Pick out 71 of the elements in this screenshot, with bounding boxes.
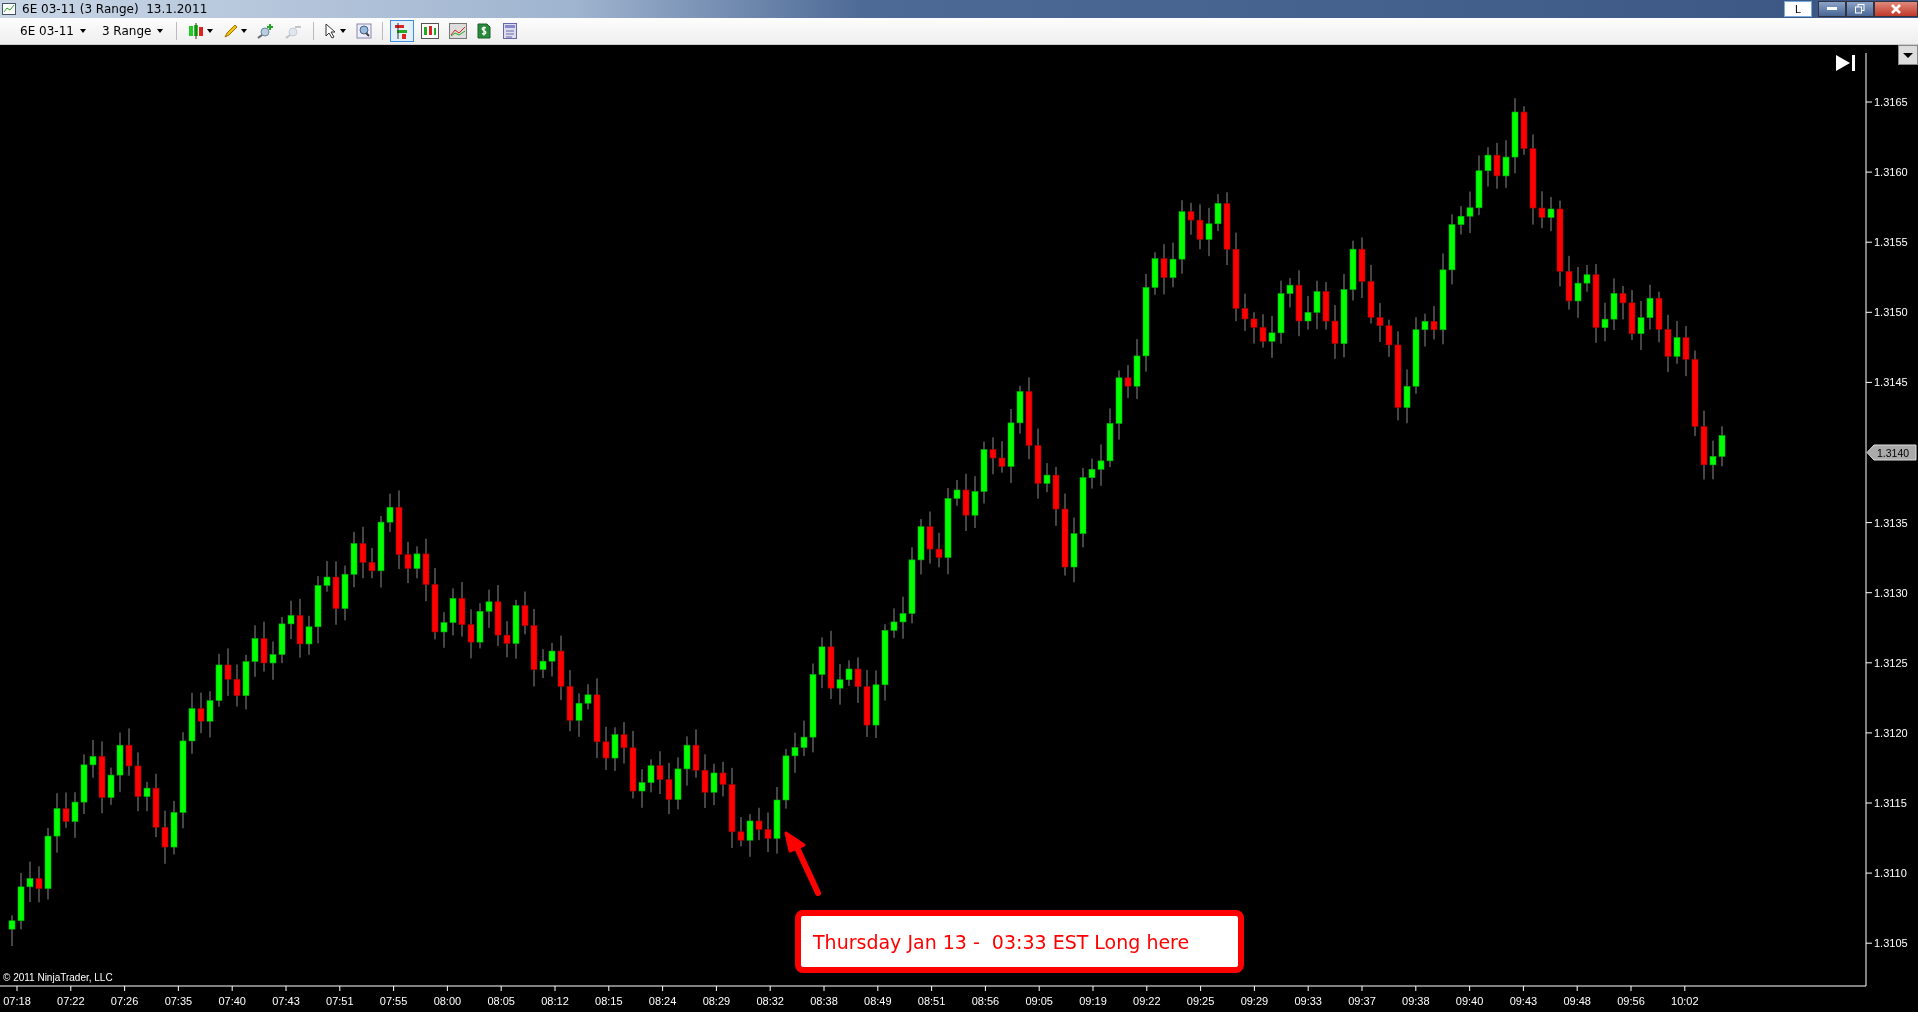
time-axis-label: 07:18 [3,995,31,1007]
instrument-dropdown[interactable]: 6E 03-11 [14,24,92,38]
close-button[interactable] [1874,1,1918,17]
close-icon [1891,4,1901,14]
copyright-text: © 2011 NinjaTrader, LLC [3,972,113,983]
price-axis-label: 1.3135 [1874,516,1908,529]
restore-icon [1855,4,1865,14]
time-axis-label: 07:35 [164,995,193,1007]
time-axis-label: 10:02 [1671,995,1699,1007]
dollar-icon [477,23,492,39]
time-axis-label: 07:22 [57,995,85,1007]
window-title: 6E 03-11 (3 Range) 13.1.2011 [22,2,208,16]
time-axis-label: 09:25 [1186,995,1215,1007]
time-axis-label: 08:51 [917,995,946,1007]
time-axis-label: 07:26 [110,995,139,1007]
properties-icon [503,23,518,39]
time-axis-label: 08:32 [756,995,784,1007]
toolbar-button[interactable] [390,20,415,42]
minimize-button[interactable] [1818,1,1846,17]
search-icon [356,23,373,39]
layout-button[interactable]: L [1784,1,1812,17]
time-axis-label: 09:43 [1509,995,1538,1007]
time-axis-label: 09:38 [1402,995,1430,1007]
time-axis-label: 07:40 [218,995,246,1007]
time-axis-label: 09:29 [1240,995,1269,1007]
time-axis-label: 08:05 [487,995,515,1007]
time-axis-label: 07:55 [379,995,408,1007]
price-axis-label: 1.3120 [1874,726,1908,739]
zoom-out-icon [285,23,304,39]
time-axis-label: 08:12 [541,995,569,1007]
time-axis-label: 09:56 [1617,995,1645,1007]
candlestick-icon [187,23,206,39]
current-price-marker: 1.3140 [1866,444,1917,461]
time-axis-label: 09:22 [1133,995,1161,1007]
candlestick-chart-icon [421,23,440,39]
restore-button[interactable] [1846,1,1874,17]
time-axis-label: 08:29 [702,995,731,1007]
time-axis-label: 08:38 [810,995,838,1007]
pencil-icon [223,23,240,39]
price-axis-label: 1.3145 [1874,376,1908,389]
arrow [784,831,821,896]
price-axis-label: 1.3125 [1874,656,1908,669]
time-axis-label: 09:05 [1025,995,1053,1007]
chart-menu-button[interactable] [1898,45,1918,65]
annotation-text: Thursday Jan 13 - 03:33 EST Long here [795,910,1244,973]
line-chart-icon [449,23,468,39]
time-axis-label: 09:40 [1455,995,1484,1007]
price-axis-label: 1.3155 [1874,236,1908,249]
minimize-icon [1827,7,1837,11]
time-axis-label: 08:56 [971,995,1000,1007]
price-axis-label: 1.3110 [1874,867,1907,880]
price-axis-label: 1.3105 [1874,937,1908,950]
price-axis-label: 1.3115 [1874,797,1907,809]
zoom-in-icon [257,23,276,39]
period-dropdown[interactable]: 3 Range [95,24,170,38]
time-axis-label: 09:37 [1348,995,1376,1007]
time-axis-label: 09:33 [1294,995,1322,1007]
price-axis-label: 1.3150 [1874,306,1908,319]
price-axis-label: 1.3160 [1874,166,1908,179]
time-axis-label: 09:19 [1079,995,1107,1007]
price-axis-label: 1.3165 [1874,96,1908,108]
time-axis-label: 07:51 [326,995,354,1007]
price-axis-label: 1.3130 [1874,586,1908,599]
time-axis-label: 07:43 [272,995,300,1007]
time-axis-label: 09:48 [1563,995,1591,1007]
time-axis-label: 08:15 [595,995,623,1007]
jump-to-end-icon[interactable] [1836,55,1855,71]
chart-app-icon [2,3,16,15]
time-axis-label: 08:24 [648,995,677,1007]
time-axis-label: 08:49 [864,995,892,1007]
time-axis-label: 08:00 [433,995,462,1007]
